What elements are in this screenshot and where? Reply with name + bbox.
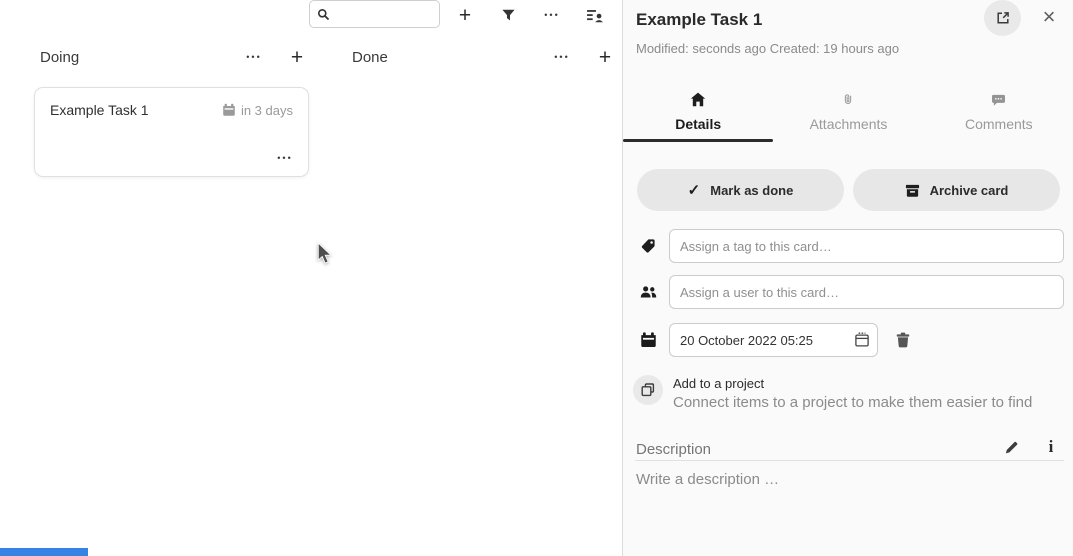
- date-picker-button[interactable]: [854, 332, 870, 348]
- add-to-project-subtitle: Connect items to a project to make them …: [673, 394, 1032, 411]
- trash-icon: [896, 332, 910, 348]
- comment-icon: [991, 94, 1006, 107]
- list-user-icon: [587, 8, 604, 23]
- tag-icon: [640, 238, 656, 254]
- task-card[interactable]: Example Task 1 in 3 days •••: [34, 87, 309, 177]
- add-to-project-button[interactable]: [633, 375, 663, 405]
- card-header: Example Task 1 in 3 days: [35, 88, 308, 118]
- column-add-button[interactable]: +: [285, 45, 309, 69]
- tab-label: Details: [675, 116, 721, 132]
- info-icon: i: [1049, 437, 1054, 456]
- card-details-panel: Example Task 1 Modified: seconds ago Cre…: [622, 0, 1073, 556]
- column-done: Done ••• +: [346, 42, 617, 72]
- add-card-toolbar-button[interactable]: +: [452, 2, 478, 28]
- board-pane: + ••• Doing ••• + Example Task 1: [0, 0, 622, 556]
- column-title: Doing: [34, 49, 79, 66]
- paperclip-icon: [842, 92, 854, 107]
- description-label: Description: [636, 441, 711, 458]
- project-frames-icon: [640, 382, 656, 398]
- search-input[interactable]: [335, 7, 435, 22]
- due-date-value: 20 October 2022 05:25: [680, 333, 813, 348]
- card-title: Example Task 1: [50, 102, 149, 118]
- calendar-icon: [640, 332, 657, 349]
- card-due-label: in 3 days: [241, 103, 293, 118]
- users-icon: [640, 285, 657, 299]
- archive-icon: [905, 183, 920, 198]
- column-add-button[interactable]: +: [593, 45, 617, 69]
- column-header: Done ••• +: [346, 42, 617, 72]
- mark-as-done-label: Mark as done: [710, 183, 793, 198]
- panel-tabs: Details Attachments Comments: [623, 84, 1073, 142]
- tag-row: [623, 229, 1073, 263]
- calendar-outline-icon: [854, 332, 870, 348]
- close-icon: ×: [1043, 4, 1056, 29]
- add-to-project-row[interactable]: Add to a project Connect items to a proj…: [623, 374, 1073, 410]
- close-panel-button[interactable]: ×: [1035, 3, 1063, 31]
- due-date-row: 20 October 2022 05:25: [623, 323, 1073, 357]
- column-menu-button[interactable]: •••: [242, 45, 266, 69]
- due-date-field[interactable]: 20 October 2022 05:25: [669, 323, 878, 357]
- more-icon: •••: [544, 11, 559, 20]
- search-box[interactable]: [309, 0, 440, 28]
- add-to-project-title: Add to a project: [673, 376, 764, 391]
- description-divider: [635, 460, 1064, 461]
- plus-icon: +: [291, 47, 303, 68]
- description-editor[interactable]: Write a description …: [636, 471, 779, 488]
- card-due-date: in 3 days: [222, 103, 293, 118]
- mouse-cursor: [317, 242, 332, 270]
- assign-tag-input[interactable]: [669, 229, 1064, 263]
- calendar-icon: [222, 103, 236, 117]
- plus-icon: +: [459, 5, 471, 26]
- progress-bar: [0, 548, 88, 556]
- home-icon: [690, 92, 706, 107]
- panel-meta: Modified: seconds ago Created: 19 hours …: [636, 41, 899, 56]
- mark-as-done-button[interactable]: ✓ Mark as done: [637, 169, 844, 211]
- pencil-icon: [1004, 440, 1019, 455]
- column-doing: Doing ••• + Example Task 1 in 3 days •••: [34, 42, 309, 72]
- panel-title: Example Task 1: [636, 10, 762, 30]
- user-row: [623, 275, 1073, 309]
- board-menu-button[interactable]: •••: [539, 2, 565, 28]
- column-title: Done: [346, 49, 388, 66]
- more-icon: •••: [246, 53, 261, 62]
- card-actions: ✓ Mark as done Archive card: [637, 169, 1060, 211]
- open-in-window-button[interactable]: [984, 0, 1021, 36]
- more-icon: •••: [554, 53, 569, 62]
- tab-comments[interactable]: Comments: [924, 84, 1073, 142]
- column-menu-button[interactable]: •••: [550, 45, 574, 69]
- archive-card-label: Archive card: [930, 183, 1009, 198]
- tab-label: Attachments: [810, 116, 888, 132]
- more-icon: •••: [277, 154, 292, 163]
- card-menu-button[interactable]: •••: [273, 146, 297, 170]
- assign-user-input[interactable]: [669, 275, 1064, 309]
- board-view-button[interactable]: [582, 2, 608, 28]
- tab-attachments[interactable]: Attachments: [773, 84, 923, 142]
- remove-date-button[interactable]: [889, 326, 917, 354]
- archive-card-button[interactable]: Archive card: [853, 169, 1060, 211]
- tab-label: Comments: [965, 116, 1033, 132]
- search-icon: [317, 8, 330, 21]
- external-link-icon: [995, 10, 1011, 26]
- plus-icon: +: [599, 47, 611, 68]
- column-header: Doing ••• +: [34, 42, 309, 72]
- filter-button[interactable]: [495, 2, 521, 28]
- tab-details[interactable]: Details: [623, 84, 773, 142]
- filter-icon: [501, 8, 516, 23]
- description-info-button[interactable]: i: [1038, 434, 1064, 460]
- edit-description-button[interactable]: [997, 434, 1025, 460]
- check-icon: ✓: [688, 183, 701, 198]
